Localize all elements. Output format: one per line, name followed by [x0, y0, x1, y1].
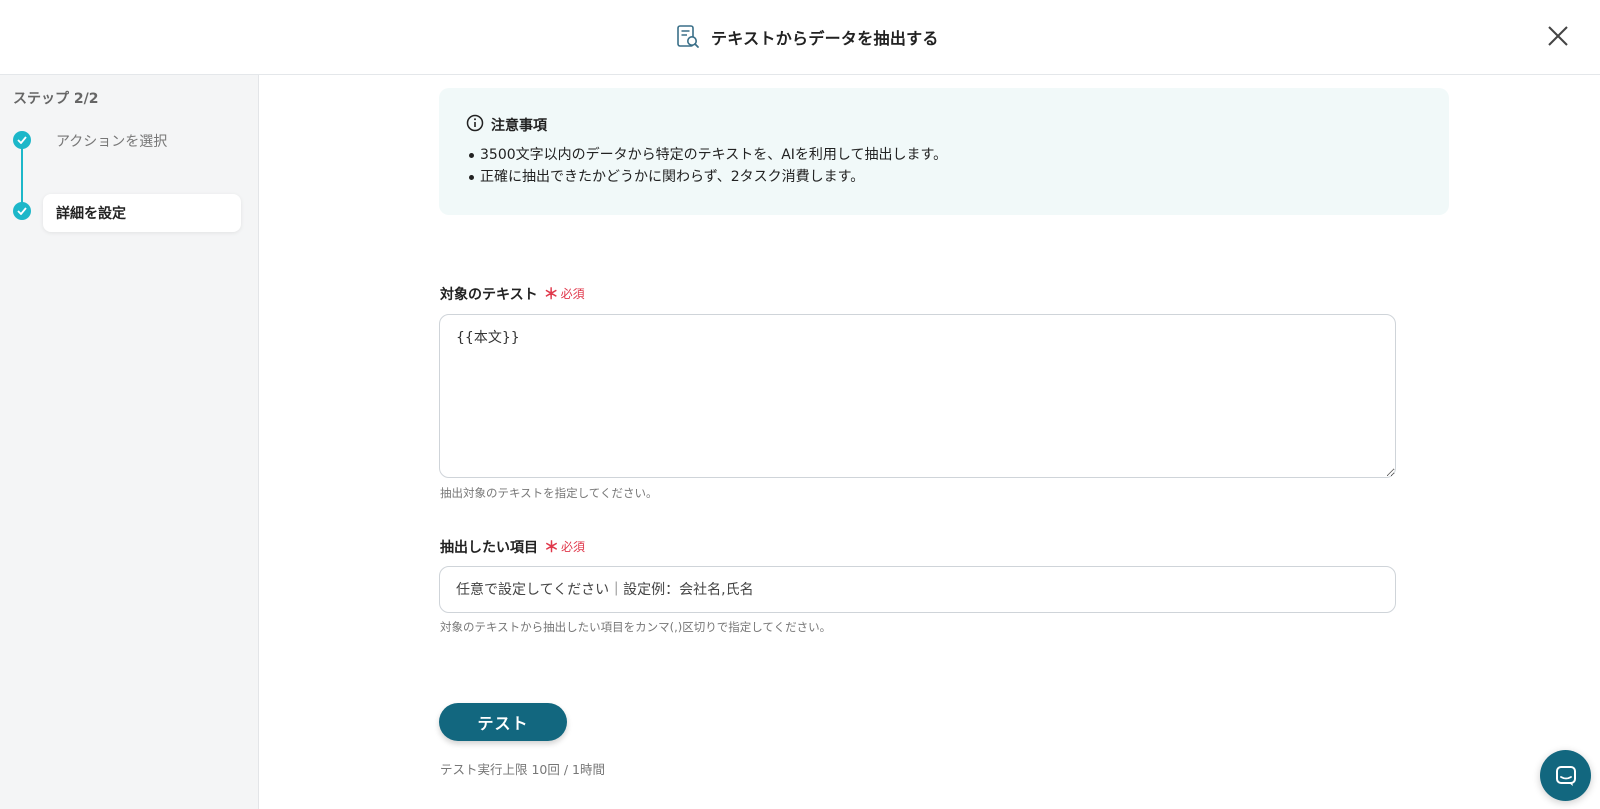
- notice-box: 注意事項 3500文字以内のデータから特定のテキストを、AIを利用して抽出します…: [439, 88, 1449, 215]
- target-text-hint: 抽出対象のテキストを指定してください。: [440, 486, 658, 500]
- extract-items-label: 抽出したい項目 ＊ 必須: [440, 536, 585, 557]
- modal-title: テキストからデータを抽出する: [711, 29, 939, 48]
- extract-items-label-text: 抽出したい項目: [440, 539, 538, 556]
- sidebar-item-configure-details[interactable]: 詳細を設定: [43, 194, 241, 232]
- required-mark: ＊: [543, 285, 559, 303]
- sidebar-item-select-action[interactable]: アクションを選択: [56, 131, 167, 151]
- required-mark: ＊: [544, 538, 560, 556]
- document-search-icon: [675, 23, 701, 51]
- header-title-group: テキストからデータを抽出する: [675, 22, 939, 52]
- step-counter: ステップ 2/2: [13, 91, 99, 107]
- notice-title: 注意事項: [491, 118, 547, 134]
- target-text-label: 対象のテキスト ＊ 必須: [440, 283, 585, 304]
- info-icon: [466, 114, 484, 136]
- step-1-check-icon: [13, 131, 31, 149]
- required-text: 必須: [561, 540, 586, 554]
- test-limit-text: テスト実行上限 10回 / 1時間: [440, 762, 605, 777]
- notice-item: 正確に抽出できたかどうかに関わらず、2タスク消費します。: [468, 166, 947, 188]
- notice-header: 注意事項: [466, 114, 547, 136]
- chat-icon[interactable]: [1540, 750, 1591, 801]
- step-2-check-icon: [13, 202, 31, 220]
- test-button[interactable]: テスト: [439, 703, 567, 741]
- notice-item: 3500文字以内のデータから特定のテキストを、AIを利用して抽出します。: [468, 144, 947, 166]
- close-icon[interactable]: [1544, 22, 1572, 50]
- extract-items-input[interactable]: [439, 566, 1396, 613]
- extract-items-hint: 対象のテキストから抽出したい項目をカンマ(,)区切りで指定してください。: [440, 620, 832, 634]
- target-text-field[interactable]: [439, 314, 1396, 478]
- modal-header: テキストからデータを抽出する: [0, 0, 1600, 75]
- target-text-label-text: 対象のテキスト: [440, 286, 538, 303]
- notice-list: 3500文字以内のデータから特定のテキストを、AIを利用して抽出します。 正確に…: [468, 144, 947, 188]
- step-sidebar: ステップ 2/2 アクションを選択 詳細を設定: [0, 75, 259, 809]
- required-text: 必須: [560, 287, 585, 301]
